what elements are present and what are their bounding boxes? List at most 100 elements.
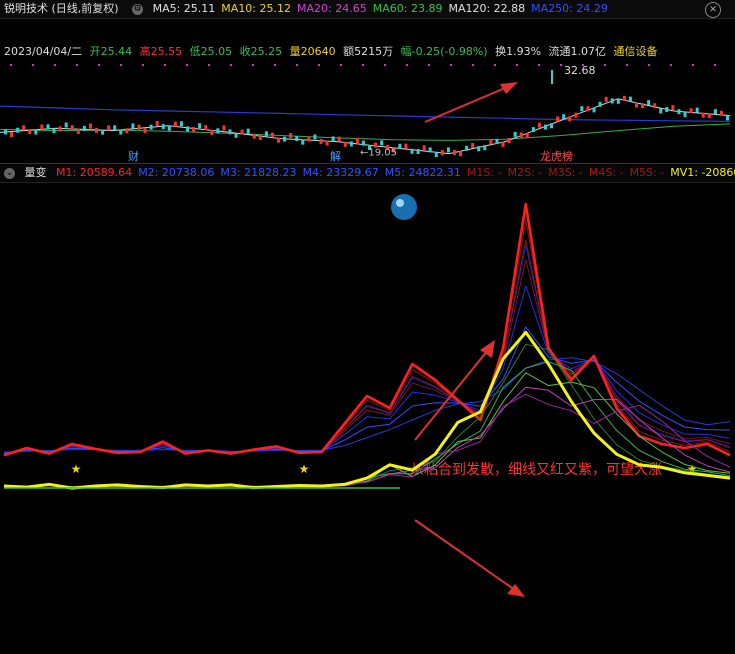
candle (671, 105, 675, 111)
candle (252, 133, 256, 139)
annotation-text: 从粘合到发散，细线又红又紫，可望大涨 (410, 462, 662, 478)
candle (349, 141, 353, 147)
grid-dot (428, 64, 430, 66)
grid-dot (32, 64, 34, 66)
candle (489, 139, 493, 145)
candle (295, 136, 299, 142)
candle (289, 133, 293, 139)
grid-dot (494, 64, 496, 66)
candle (434, 152, 438, 158)
grid-dot (626, 64, 628, 66)
candle (622, 95, 626, 101)
candle (331, 136, 335, 142)
candle (58, 126, 62, 132)
signal-arrow (414, 519, 516, 591)
grid-dot (230, 64, 232, 66)
candle (519, 132, 523, 138)
candle (10, 131, 14, 137)
candle (459, 151, 463, 157)
candle (216, 128, 220, 134)
grid-dot (714, 64, 716, 66)
candle (319, 138, 323, 144)
grid-dot (384, 64, 386, 66)
candle (465, 145, 469, 151)
grid-dot (296, 64, 298, 66)
candle (726, 115, 729, 121)
grid-dot (538, 64, 540, 66)
price-low-label: ←19.05 (360, 148, 397, 159)
candle (556, 116, 560, 122)
candle (471, 143, 475, 149)
candle (610, 98, 614, 104)
candle (416, 149, 420, 155)
candle (107, 125, 111, 131)
candle (507, 137, 511, 143)
candle (665, 107, 669, 113)
grid-dot (406, 64, 408, 66)
grid-dot (362, 64, 364, 66)
candle (270, 132, 274, 138)
candle (325, 140, 329, 146)
arrow-head (480, 340, 495, 358)
arrow-head (500, 82, 518, 94)
price-marker: 解 (330, 149, 341, 163)
candle (361, 140, 365, 146)
candle (28, 129, 32, 135)
candle (76, 128, 80, 134)
candle (16, 127, 20, 133)
candle (258, 135, 262, 141)
grid-dot (142, 64, 144, 66)
candle (422, 145, 426, 151)
signal-arrow (414, 349, 489, 441)
candle (707, 113, 711, 119)
candle (301, 139, 305, 145)
candle (513, 131, 517, 137)
grid-dot (516, 64, 518, 66)
grid-dot (98, 64, 100, 66)
candle (586, 106, 590, 112)
candle (52, 128, 56, 134)
price-high-label: 32.68 (564, 64, 596, 77)
candle (228, 129, 232, 135)
candle (155, 121, 159, 127)
candle (683, 111, 687, 117)
candle (483, 145, 487, 151)
candle (40, 124, 44, 130)
grid-dot (186, 64, 188, 66)
water-drop-icon (396, 199, 404, 207)
grid-dot (560, 64, 562, 66)
grid-dot (208, 64, 210, 66)
indicator-m3-line (3, 285, 731, 455)
candle (283, 136, 287, 142)
candle (34, 129, 38, 135)
candle (501, 141, 505, 147)
candle (307, 136, 311, 142)
candle (277, 137, 281, 143)
candle (192, 127, 196, 133)
candle (355, 137, 359, 143)
star-marker: ★ (299, 462, 310, 476)
candle (446, 147, 450, 153)
candle (653, 103, 657, 109)
grid-dot (692, 64, 694, 66)
candle (143, 128, 147, 134)
indicator-m1s-line (3, 219, 731, 456)
candle (167, 125, 171, 131)
chart-canvas: 32.68←19.05财解龙虎榜★ ★ ★从粘合到发散，细线又红又紫，可望大涨 (0, 64, 731, 597)
candle (186, 126, 190, 132)
candle (659, 108, 663, 114)
indicator-m2-line (3, 244, 731, 455)
candle (440, 150, 444, 156)
price-marker: 财 (128, 149, 139, 163)
grid-dot (670, 64, 672, 66)
grid-dot (120, 64, 122, 66)
candle (410, 148, 414, 154)
candle (64, 122, 68, 128)
candle (131, 123, 135, 129)
candle (46, 124, 50, 130)
candle (537, 122, 541, 128)
candle (380, 140, 384, 146)
candle (495, 138, 499, 144)
star-marker: ★ (71, 462, 82, 476)
candle (398, 143, 402, 149)
